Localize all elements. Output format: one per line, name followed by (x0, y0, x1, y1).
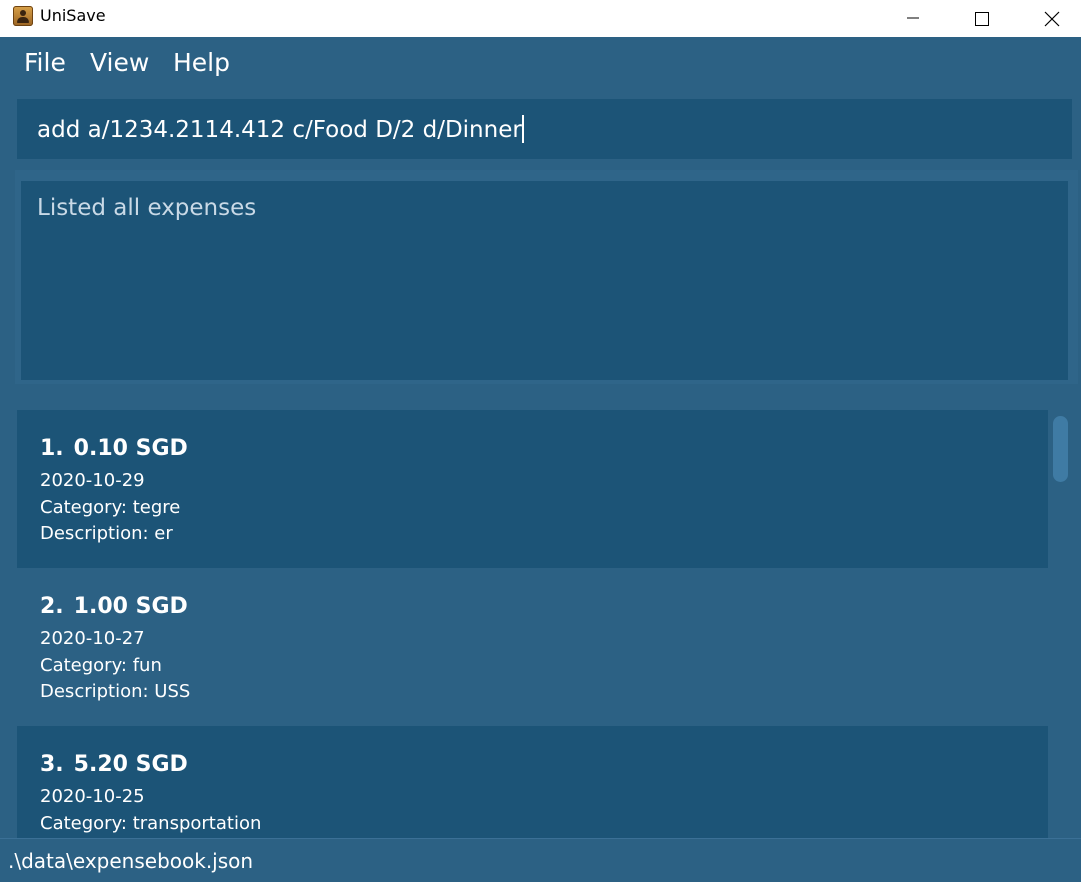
close-button[interactable] (1017, 0, 1081, 37)
expense-index: 2. (40, 594, 64, 619)
menu-file[interactable]: File (24, 48, 66, 78)
minimize-icon (907, 17, 919, 18)
maximize-icon (975, 11, 989, 26)
result-message: Listed all expenses (37, 195, 257, 221)
expense-amount: 5.20 SGD (73, 752, 188, 777)
expense-card[interactable]: 1. 0.10 SGD 2020-10-29 Category: tegre De… (17, 410, 1048, 568)
expense-category: Category: transportation (40, 813, 262, 834)
expense-title: 2. 1.00 SGD (40, 592, 188, 622)
expense-list[interactable]: 1. 0.10 SGD 2020-10-29 Category: tegre De… (0, 392, 1081, 838)
command-input-text: add a/1234.2114.412 c/Food D/2 d/Dinner (37, 117, 522, 143)
app-user-icon (13, 6, 33, 26)
command-input-box[interactable]: add a/1234.2114.412 c/Food D/2 d/Dinner (17, 99, 1072, 159)
status-file-path: .\data\expensebook.json (8, 849, 254, 873)
window-titlebar: UniSave (0, 0, 1081, 37)
expense-index: 1. (40, 436, 64, 461)
text-caret (521, 115, 524, 143)
menu-help[interactable]: Help (173, 48, 230, 78)
command-input[interactable]: add a/1234.2114.412 c/Food D/2 d/Dinner (37, 115, 524, 145)
expense-category: Category: fun (40, 655, 162, 676)
close-icon (1044, 11, 1060, 26)
expense-card[interactable]: 3. 5.20 SGD 2020-10-25 Category: transpor… (17, 726, 1048, 838)
expense-card[interactable]: 2. 1.00 SGD 2020-10-27 Category: fun Desc… (17, 568, 1048, 726)
list-scrollbar-thumb[interactable] (1053, 416, 1068, 482)
expense-title: 3. 5.20 SGD (40, 750, 188, 780)
expense-index: 3. (40, 752, 64, 777)
minimize-button[interactable] (878, 0, 948, 37)
window-title: UniSave (40, 6, 106, 25)
maximize-button[interactable] (947, 0, 1017, 37)
expense-category: Category: tegre (40, 497, 181, 518)
expense-amount: 0.10 SGD (73, 436, 188, 461)
expense-date: 2020-10-27 (40, 628, 145, 649)
expense-amount: 1.00 SGD (73, 594, 188, 619)
expense-description: Description: USS (40, 681, 191, 702)
menu-bar (0, 37, 1081, 91)
expense-date: 2020-10-25 (40, 786, 145, 807)
expense-description: Description: er (40, 523, 173, 544)
expense-date: 2020-10-29 (40, 470, 145, 491)
status-bar: .\data\expensebook.json (0, 838, 1081, 882)
expense-title: 1. 0.10 SGD (40, 434, 188, 464)
result-display[interactable]: Listed all expenses (21, 181, 1068, 380)
menu-view[interactable]: View (90, 48, 149, 78)
